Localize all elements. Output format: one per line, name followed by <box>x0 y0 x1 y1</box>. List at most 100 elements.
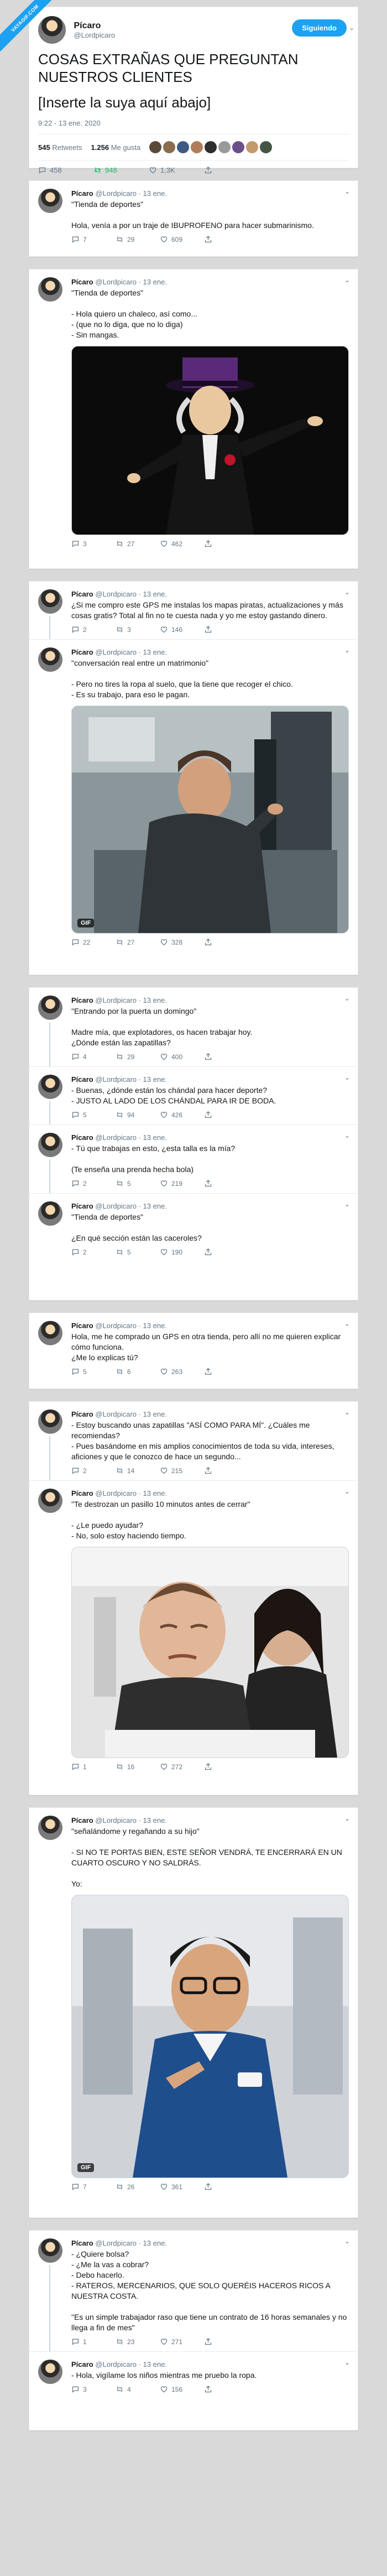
chevron-down-icon[interactable]: ⌄ <box>344 2359 350 2366</box>
tweet-image[interactable] <box>71 346 349 535</box>
like-button[interactable]: 328 <box>160 938 204 946</box>
reply-button[interactable]: 5 <box>71 1367 116 1376</box>
chevron-down-icon[interactable]: ⌄ <box>344 1074 350 1081</box>
author-handle-date[interactable]: @Lordpicaro · 13 ene. <box>95 996 167 1004</box>
like-button[interactable]: 272 <box>160 1763 204 1771</box>
author-handle-date[interactable]: @Lordpicaro · 13 ene. <box>95 278 167 286</box>
tweet-gif[interactable]: GIF <box>71 1895 349 2178</box>
author-name[interactable]: Pícaro <box>71 1410 93 1418</box>
retweet-button[interactable]: 16 <box>116 1763 160 1771</box>
chevron-down-icon[interactable]: ⌄ <box>344 1408 350 1416</box>
share-button[interactable] <box>204 1466 248 1475</box>
retweet-button[interactable]: 29 <box>116 235 160 243</box>
reply-button[interactable]: 2 <box>71 1248 116 1256</box>
reply-button[interactable]: 1 <box>71 2337 116 2346</box>
chevron-down-icon[interactable]: ⌄ <box>349 24 354 32</box>
avatar[interactable] <box>38 1816 62 1840</box>
reply-tweet[interactable]: ⌄ Pícaro @Lordpicaro · 13 ene. Hola, me … <box>29 1313 358 1381</box>
chevron-down-icon[interactable]: ⌄ <box>344 2237 350 2245</box>
liker-avatar[interactable] <box>218 141 231 153</box>
reply-button[interactable]: 2 <box>71 1466 116 1475</box>
reply-button[interactable]: 5 <box>71 1111 116 1119</box>
reply-button[interactable]: 4 <box>71 1053 116 1061</box>
retweet-button[interactable]: 29 <box>116 1053 160 1061</box>
share-button[interactable] <box>204 235 248 243</box>
reply-button[interactable]: 22 <box>71 938 116 946</box>
reply-tweet[interactable]: ⌄ Pícaro @Lordpicaro · 13 ene. - Estoy b… <box>29 1402 358 1481</box>
chevron-down-icon[interactable]: ⌄ <box>344 588 350 596</box>
share-button[interactable] <box>204 2385 248 2393</box>
reply-tweet[interactable]: ⌄ Pícaro @Lordpicaro · 13 ene. ¿Si me co… <box>29 582 358 640</box>
avatar[interactable] <box>38 2238 62 2263</box>
retweet-button[interactable]: 94 <box>116 1111 160 1119</box>
like-button[interactable]: 263 <box>160 1367 204 1376</box>
chevron-down-icon[interactable]: ⌄ <box>344 276 350 284</box>
author-handle-date[interactable]: @Lordpicaro · 13 ene. <box>95 1202 167 1210</box>
reply-tweet[interactable]: ⌄ Pícaro @Lordpicaro · 13 ene. "conversa… <box>29 640 358 952</box>
reply-tweet[interactable]: ⌄ Pícaro @Lordpicaro · 13 ene. "señalánd… <box>29 1808 358 2196</box>
retweet-button[interactable]: 5 <box>116 1179 160 1188</box>
reply-button[interactable]: 3 <box>71 540 116 548</box>
share-button[interactable] <box>204 938 248 946</box>
liker-avatar[interactable] <box>246 141 259 153</box>
author-name[interactable]: Pícaro <box>71 1321 93 1330</box>
author-handle-date[interactable]: @Lordpicaro · 13 ene. <box>95 2360 167 2368</box>
liker-avatar[interactable] <box>163 141 176 153</box>
author-name[interactable]: Pícaro <box>71 1133 93 1142</box>
like-button[interactable]: 426 <box>160 1111 204 1119</box>
reply-tweet[interactable]: ⌄ Pícaro @Lordpicaro · 13 ene. - Hola, v… <box>29 2352 358 2399</box>
author-name[interactable]: Pícaro <box>71 590 93 598</box>
share-button[interactable] <box>204 1179 248 1188</box>
share-button[interactable] <box>204 2337 248 2346</box>
like-button[interactable]: 1,3K <box>149 166 204 174</box>
author-name[interactable]: Pícaro <box>71 648 93 656</box>
liker-avatar[interactable] <box>205 141 217 153</box>
liker-avatar[interactable] <box>191 141 203 153</box>
reply-tweet[interactable]: ⌄ Pícaro @Lordpicaro · 13 ene. - Tú que … <box>29 1125 358 1194</box>
chevron-down-icon[interactable]: ⌄ <box>344 188 350 195</box>
author-handle-date[interactable]: @Lordpicaro · 13 ene. <box>95 1321 167 1330</box>
share-button[interactable] <box>204 1248 248 1256</box>
author-name[interactable]: Pícaro <box>71 1075 93 1084</box>
like-button[interactable]: 146 <box>160 625 204 634</box>
chevron-down-icon[interactable]: ⌄ <box>344 1815 350 1822</box>
avatar[interactable] <box>38 1489 62 1513</box>
reply-button[interactable]: 2 <box>71 1179 116 1188</box>
reply-button[interactable]: 3 <box>71 2385 116 2393</box>
like-button[interactable]: 400 <box>160 1053 204 1061</box>
retweet-button[interactable]: 948 <box>93 166 149 174</box>
retweet-button[interactable]: 27 <box>116 938 160 946</box>
author-handle-date[interactable]: @Lordpicaro · 13 ene. <box>95 189 167 198</box>
share-button[interactable] <box>204 166 259 174</box>
reply-button[interactable]: 7 <box>71 235 116 243</box>
author-handle[interactable]: @Lordpicaro <box>74 31 115 39</box>
retweet-button[interactable]: 14 <box>116 1466 160 1475</box>
retweet-button[interactable]: 4 <box>116 2385 160 2393</box>
retweet-count[interactable]: 545 Retweets <box>38 143 82 152</box>
reply-tweet[interactable]: ⌄ Pícaro @Lordpicaro · 13 ene. "Te destr… <box>29 1481 358 1776</box>
avatar[interactable] <box>38 277 62 302</box>
like-button[interactable]: 462 <box>160 540 204 548</box>
following-button[interactable]: Siguiendo <box>292 19 347 37</box>
reply-tweet[interactable]: ⌄ Pícaro @Lordpicaro · 13 ene. - Buenas,… <box>29 1067 358 1125</box>
reply-tweet[interactable]: ⌄ Pícaro @Lordpicaro · 13 ene. "Entrando… <box>29 988 358 1067</box>
author-handle-date[interactable]: @Lordpicaro · 13 ene. <box>95 1410 167 1418</box>
chevron-down-icon[interactable]: ⌄ <box>344 1320 350 1328</box>
author-name[interactable]: Pícaro <box>71 1816 93 1825</box>
like-button[interactable]: 219 <box>160 1179 204 1188</box>
author-handle-date[interactable]: @Lordpicaro · 13 ene. <box>95 2239 167 2247</box>
chevron-down-icon[interactable]: ⌄ <box>344 646 350 654</box>
author-name[interactable]: Pícaro <box>71 1489 93 1497</box>
avatar[interactable] <box>38 996 62 1020</box>
author-name[interactable]: Pícaro <box>71 278 93 286</box>
tweet-gif[interactable]: GIF <box>71 706 349 934</box>
share-button[interactable] <box>204 1367 248 1376</box>
avatar[interactable] <box>38 1409 62 1434</box>
like-button[interactable]: 361 <box>160 2183 204 2191</box>
avatar[interactable] <box>38 1201 62 1226</box>
retweet-button[interactable]: 27 <box>116 540 160 548</box>
chevron-down-icon[interactable]: ⌄ <box>344 1487 350 1495</box>
chevron-down-icon[interactable]: ⌄ <box>344 1200 350 1208</box>
avatar[interactable] <box>38 189 62 213</box>
retweet-button[interactable]: 3 <box>116 625 160 634</box>
